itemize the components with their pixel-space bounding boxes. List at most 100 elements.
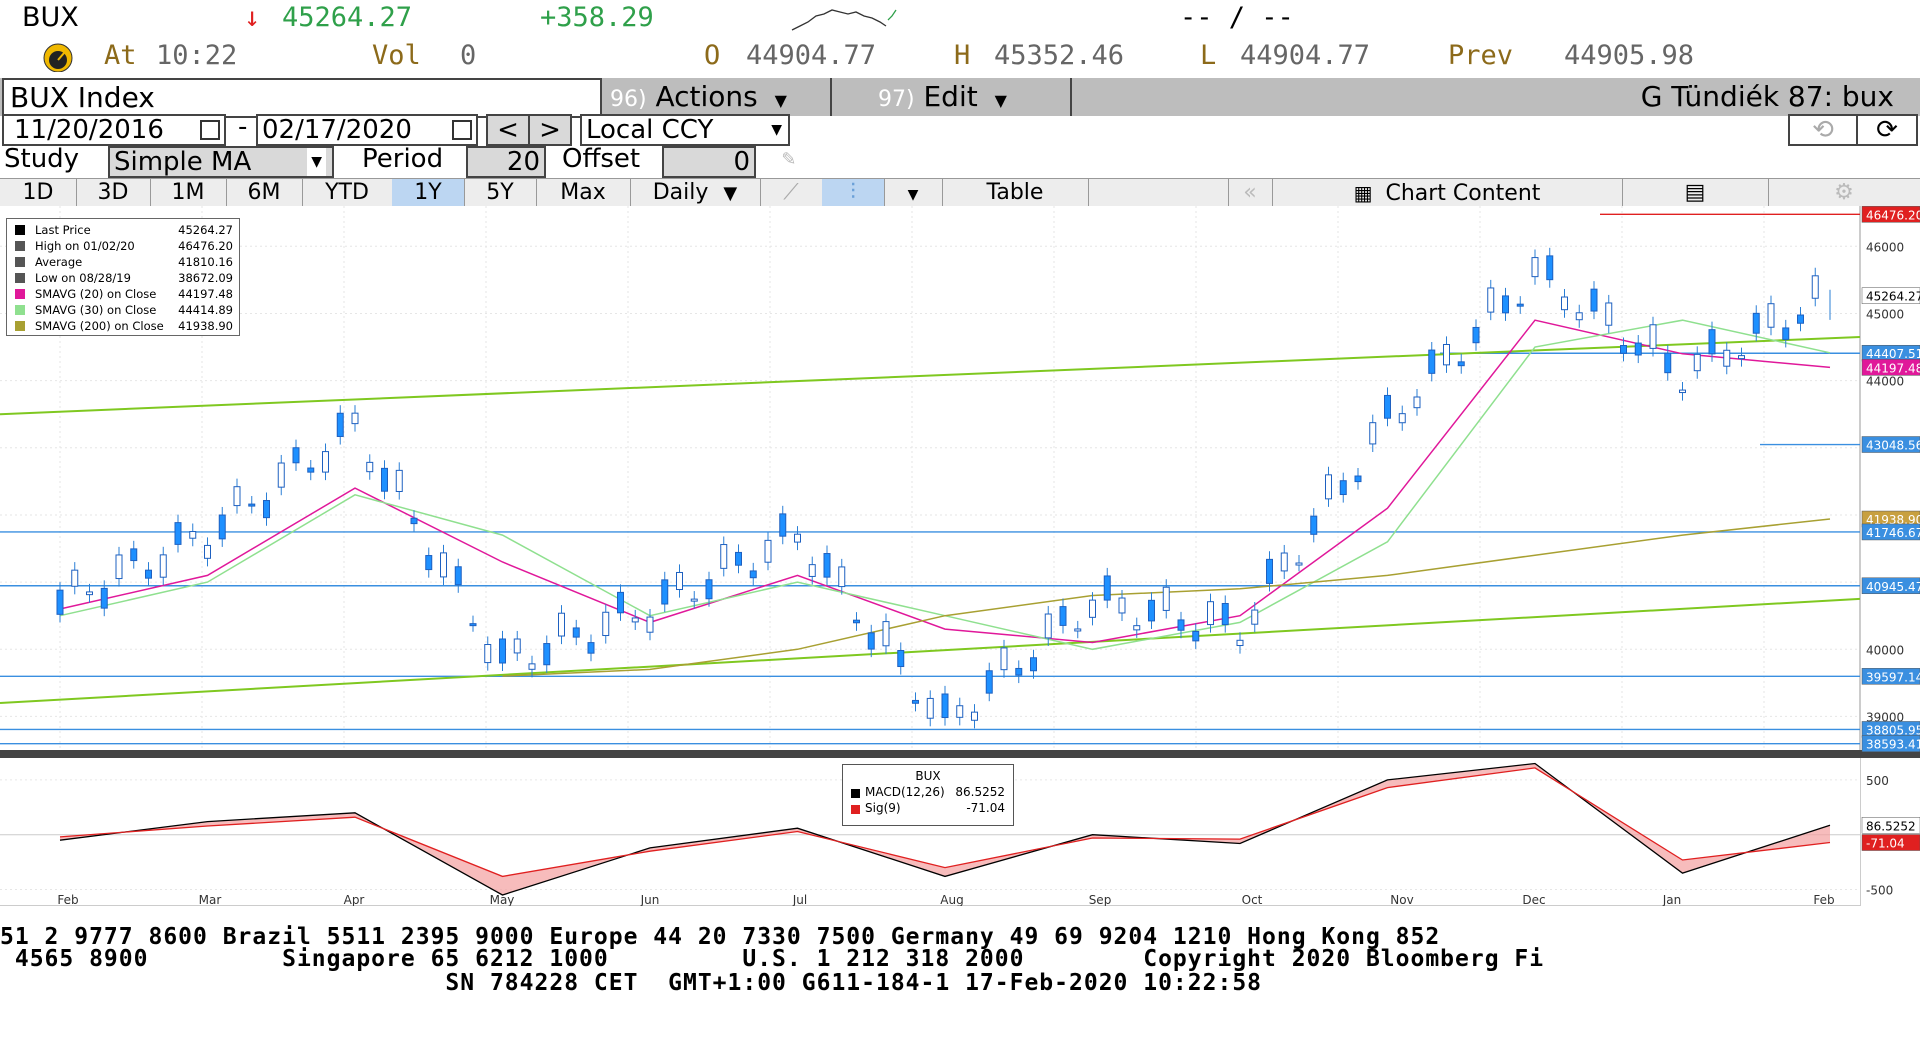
period-field[interactable]: 20 <box>466 146 546 178</box>
bar-chart-icon[interactable]: ⫶ <box>822 179 885 207</box>
price-bar <box>1605 302 1613 326</box>
price-axis-label: 40000 <box>1866 643 1904 657</box>
legend-swatch <box>15 289 25 299</box>
range-6m[interactable]: 6M <box>226 179 303 207</box>
price-panel <box>0 206 1920 750</box>
price-bar <box>1103 575 1111 601</box>
price-tag-label: 44197.48 <box>1866 361 1920 375</box>
start-date-field[interactable]: 11/20/2016 <box>2 114 226 146</box>
price-bar <box>1428 349 1436 374</box>
chart-content-button[interactable]: ▦ Chart Content <box>1272 179 1623 207</box>
table-button[interactable]: Table <box>942 179 1089 207</box>
price-bar <box>956 705 964 718</box>
price-bar <box>1295 562 1303 566</box>
price-bar <box>1000 647 1008 671</box>
chart-type-dropdown[interactable]: ▼ <box>884 179 943 207</box>
price-bar <box>1457 361 1465 367</box>
x-axis-label: Feb <box>57 893 78 906</box>
price-bar <box>56 589 64 615</box>
study-value: Simple MA <box>114 147 252 177</box>
edit-menu[interactable]: 97) Edit ▼ <box>834 78 1072 116</box>
price-bar <box>218 514 226 540</box>
actions-label: Actions <box>655 80 758 113</box>
macd-legend-label: MACD(12,26) <box>865 785 945 799</box>
undo-button[interactable]: ⟲ <box>1788 114 1858 146</box>
macd-tag-label: -71.04 <box>1866 837 1905 851</box>
low-label: L <box>1200 40 1217 71</box>
legend-value: 41810.16 <box>178 255 233 269</box>
annotation-icon[interactable]: ▤ <box>1622 179 1769 207</box>
price-bar <box>897 650 905 668</box>
range-max[interactable]: Max <box>536 179 631 207</box>
high-value: 45352.46 <box>994 40 1125 71</box>
price-bar <box>1811 275 1819 299</box>
actions-menu[interactable]: 96) Actions ▼ <box>602 78 832 116</box>
collapse-icon[interactable]: « <box>1228 179 1273 207</box>
price-bar <box>1280 552 1288 572</box>
calendar-icon[interactable] <box>200 120 220 140</box>
price-bar <box>1325 474 1332 500</box>
price-bar <box>1664 352 1672 374</box>
price-bar <box>941 693 949 719</box>
blank-tool-slot <box>1088 179 1229 207</box>
panel-divider <box>0 750 1920 758</box>
redo-button[interactable]: ⟳ <box>1856 114 1918 146</box>
next-period-button[interactable]: > <box>528 114 572 146</box>
price-bar <box>263 500 270 519</box>
price-tag-label: 38593.41 <box>1866 738 1920 752</box>
price-bar <box>366 461 374 473</box>
study-select[interactable]: Simple MA ▼ <box>108 146 334 178</box>
calendar-icon[interactable] <box>452 120 472 140</box>
line-chart-icon[interactable]: ⟋ <box>760 179 823 207</box>
price-bar <box>1502 295 1509 314</box>
prev-period-button[interactable]: < <box>486 114 530 146</box>
user-label: G Tündiék 87: bux <box>1640 80 1894 113</box>
price-bar <box>661 579 669 605</box>
x-axis-label: Aug <box>940 893 963 906</box>
x-axis-label: Nov <box>1390 893 1413 906</box>
legend-value: 46476.20 <box>178 239 233 253</box>
range-ytd[interactable]: YTD <box>302 179 393 207</box>
legend-swatch <box>15 321 25 331</box>
security-field[interactable]: BUX Index <box>2 78 602 118</box>
currency-select[interactable]: Local CCY ▼ <box>580 114 790 146</box>
price-bar <box>1015 667 1023 676</box>
vol-label: Vol <box>372 40 421 71</box>
frequency-select[interactable]: Daily ▼ <box>630 179 761 207</box>
speed-gauge-icon <box>43 43 73 72</box>
price-bar <box>1472 326 1480 344</box>
range-5y[interactable]: 5Y <box>464 179 537 207</box>
price-bar <box>499 638 506 664</box>
price-tag-label: 41746.67 <box>1866 526 1920 540</box>
footer-line-2: 4565 8900 Singapore 65 6212 1000 U.S. 1 … <box>0 946 1545 972</box>
chevron-down-icon: ▼ <box>771 122 782 138</box>
price-bar <box>381 467 388 492</box>
price-bar <box>705 579 713 600</box>
range-1m[interactable]: 1M <box>150 179 227 207</box>
x-axis-label: Mar <box>199 893 222 906</box>
date-separator: - <box>238 112 248 142</box>
price-bar <box>513 638 521 654</box>
legend-label: SMAVG (20) on Close <box>35 287 157 301</box>
range-1y[interactable]: 1Y <box>392 179 465 207</box>
x-axis-label: Jun <box>640 893 660 906</box>
price-axis-label: 46000 <box>1866 240 1904 254</box>
range-1d[interactable]: 1D <box>0 179 77 207</box>
x-axis-label: Jan <box>1662 893 1682 906</box>
range-3d[interactable]: 3D <box>76 179 151 207</box>
x-axis-label: Jul <box>792 893 807 906</box>
price-bar <box>1354 475 1362 483</box>
legend-swatch <box>15 257 25 267</box>
price-bar <box>1738 355 1745 360</box>
offset-field[interactable]: 0 <box>662 146 756 178</box>
legend-value: 45264.27 <box>178 223 233 237</box>
price-bar <box>1369 422 1377 445</box>
gear-icon[interactable]: ⚙ <box>1768 179 1920 207</box>
price-bar <box>395 469 403 493</box>
price-bar <box>1797 314 1804 324</box>
end-date-field[interactable]: 02/17/2020 <box>256 114 478 146</box>
pencil-icon[interactable]: ✎ <box>782 146 795 171</box>
price-bar <box>912 699 919 704</box>
sparkline-icon <box>791 9 897 31</box>
range-toolbar: 1D 3D 1M 6M YTD 1Y 5Y Max Daily ▼ ⟋ ⫶ ▼ … <box>0 178 1920 208</box>
